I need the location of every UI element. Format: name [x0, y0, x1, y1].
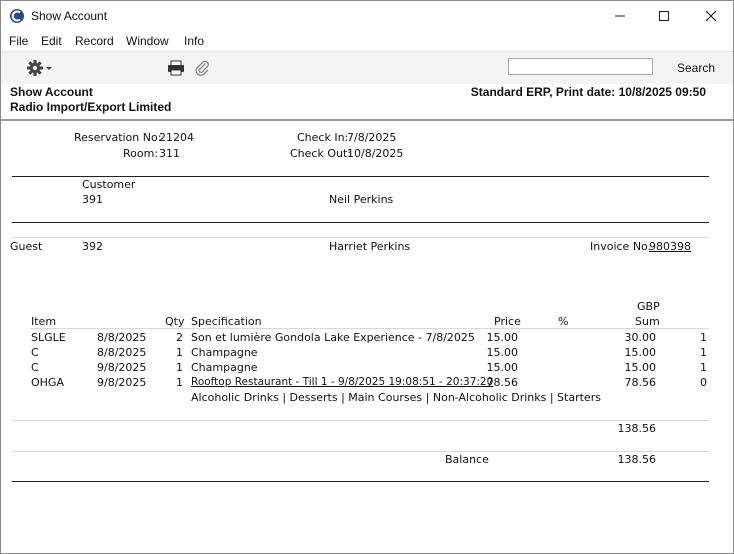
row-qty: 1: [176, 361, 183, 374]
company-name: Radio Import/Export Limited: [10, 100, 172, 114]
row-sum: 15.00: [624, 361, 657, 374]
report-header: Show Account Radio Import/Export Limited…: [1, 84, 733, 120]
checkout-value: 10/8/2025: [347, 147, 404, 160]
gear-icon[interactable]: [26, 59, 54, 77]
row-spec: Son et lumière Gondola Lake Experience -…: [191, 331, 475, 344]
report-title: Show Account: [10, 85, 93, 99]
close-button[interactable]: [691, 5, 731, 27]
menu-file[interactable]: File: [9, 34, 28, 48]
balance-label: Balance: [445, 453, 489, 466]
reservation-label: Reservation No:: [74, 131, 162, 144]
minimize-icon: [615, 15, 625, 17]
row-sum: 78.56: [624, 376, 657, 389]
row-flag: 1: [700, 361, 707, 374]
item-header: Item: [31, 315, 57, 328]
menu-info[interactable]: Info: [184, 34, 204, 48]
row-item: SLGLE: [31, 331, 66, 344]
maximize-icon: [659, 11, 669, 21]
attachment-icon[interactable]: [194, 59, 210, 77]
checkin-value: 7/8/2025: [347, 131, 397, 144]
header-divider: [1, 119, 733, 121]
row-sum: 15.00: [624, 346, 657, 359]
row-date: 8/8/2025: [97, 331, 147, 344]
menu-bar: File Edit Record Window Info: [1, 32, 733, 51]
divider: [12, 222, 709, 223]
row-sum: 30.00: [624, 331, 657, 344]
row-qty: 1: [176, 346, 183, 359]
chevron-down-icon: [46, 67, 52, 70]
window-title: Show Account: [31, 9, 108, 23]
qty-header: Qty: [165, 315, 185, 328]
divider: [30, 328, 709, 329]
row-price: 15.00: [486, 331, 519, 344]
maximize-button[interactable]: [644, 5, 684, 27]
row-note: Alcoholic Drinks | Desserts | Main Cours…: [191, 391, 601, 404]
app-logo-icon: [10, 9, 24, 23]
invoice-link[interactable]: 980398: [649, 240, 691, 253]
customer-name: Neil Perkins: [329, 193, 394, 206]
customer-label: Customer: [82, 178, 136, 191]
guest-name: Harriet Perkins: [329, 240, 411, 253]
menu-window[interactable]: Window: [126, 34, 169, 48]
balance-value: 138.56: [617, 453, 657, 466]
checkin-label: Check In:: [297, 131, 349, 144]
row-price: 78.56: [486, 376, 519, 389]
menu-edit[interactable]: Edit: [41, 34, 62, 48]
row-flag: 0: [700, 376, 707, 389]
divider: [12, 451, 709, 452]
divider: [12, 237, 709, 238]
row-spec-link[interactable]: Rooftop Restaurant - Till 1 - 9/8/2025 1…: [191, 376, 493, 388]
row-date: 8/8/2025: [97, 346, 147, 359]
print-icon[interactable]: [167, 60, 185, 76]
row-date: 9/8/2025: [97, 376, 147, 389]
row-item: OHGA: [31, 376, 64, 389]
search-input[interactable]: [508, 58, 653, 75]
row-price: 15.00: [486, 361, 519, 374]
sum-header: Sum: [635, 315, 660, 328]
row-spec: Champagne: [191, 346, 258, 359]
guest-label: Guest: [10, 240, 43, 253]
row-date: 9/8/2025: [97, 361, 147, 374]
checkout-label: Check Out:: [290, 147, 351, 160]
divider: [12, 176, 709, 177]
close-icon: [705, 10, 717, 22]
spec-header: Specification: [191, 315, 262, 328]
row-qty: 1: [176, 376, 183, 389]
divider: [12, 420, 709, 421]
row-item: C: [31, 361, 39, 374]
total-value: 138.56: [617, 422, 657, 435]
toolbar: Search: [1, 51, 733, 85]
row-flag: 1: [700, 346, 707, 359]
title-bar: Show Account: [1, 1, 733, 32]
room-value: 311: [159, 147, 180, 160]
invoice-label: Invoice No.: [590, 240, 652, 253]
room-label: Room:: [123, 147, 159, 160]
percent-header: %: [558, 315, 569, 328]
row-item: C: [31, 346, 39, 359]
guest-code: 392: [82, 240, 103, 253]
row-price: 15.00: [486, 346, 519, 359]
row-spec: Champagne: [191, 361, 258, 374]
menu-record[interactable]: Record: [75, 34, 114, 48]
window: Show Account File Edit Record Window Inf…: [0, 0, 734, 554]
minimize-button[interactable]: [600, 5, 640, 27]
row-flag: 1: [700, 331, 707, 344]
currency-header: GBP: [637, 300, 660, 313]
reservation-value: 21204: [159, 131, 194, 144]
print-info: Standard ERP, Print date: 10/8/2025 09:5…: [470, 85, 706, 99]
search-button[interactable]: Search: [677, 61, 715, 75]
customer-code: 391: [82, 193, 103, 206]
row-qty: 2: [176, 331, 183, 344]
price-header: Price: [494, 315, 521, 328]
divider: [12, 481, 709, 482]
